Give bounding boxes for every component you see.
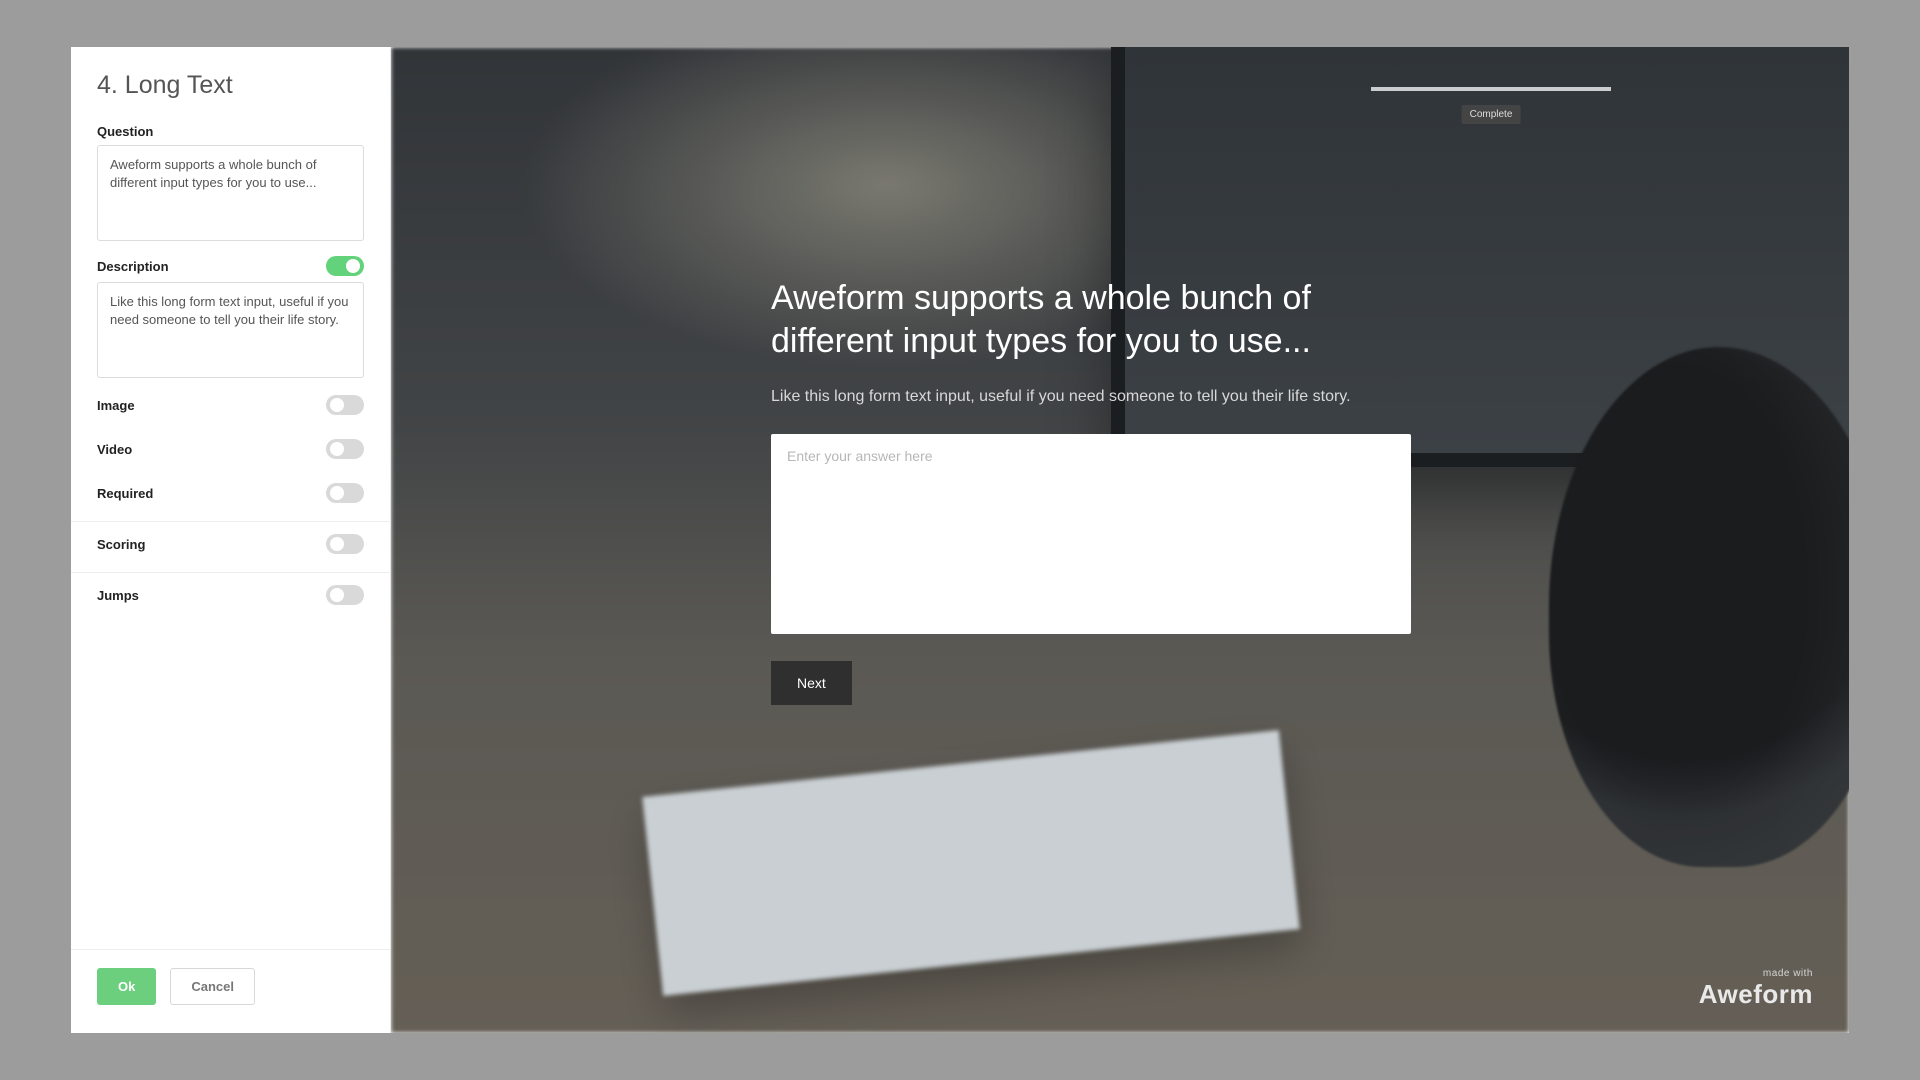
answer-input[interactable] [771,434,1411,634]
question-label: Question [97,114,364,145]
description-label-row: Description [97,246,364,282]
sidebar-footer: Ok Cancel [71,949,390,1033]
cancel-button[interactable]: Cancel [170,968,255,1005]
video-label: Video [97,442,132,457]
scoring-row: Scoring [71,522,390,566]
required-toggle[interactable] [326,483,364,503]
video-toggle[interactable] [326,439,364,459]
scoring-toggle[interactable] [326,534,364,554]
bg-progress-bar [1371,87,1611,91]
description-section: Description [71,246,390,383]
ok-button[interactable]: Ok [97,968,156,1005]
app-frame: 4. Long Text Question Description Image [71,47,1849,1033]
jumps-label: Jumps [97,588,139,603]
preview-question-description: Like this long form text input, useful i… [771,388,1411,406]
image-label: Image [97,398,135,413]
panel-title: 4. Long Text [71,47,390,114]
required-row: Required [71,471,390,515]
description-toggle[interactable] [326,256,364,276]
brand-badge: made with Aweform [1699,969,1813,1007]
brand-logo-text: Aweform [1699,979,1813,1009]
question-input[interactable] [97,145,364,241]
video-row: Video [71,427,390,471]
description-label-text: Description [97,259,169,274]
form-preview: Complete Aweform supports a whole bunch … [391,47,1849,1033]
next-button[interactable]: Next [771,661,852,705]
editor-sidebar: 4. Long Text Question Description Image [71,47,391,1033]
editor-sidebar-content: 4. Long Text Question Description Image [71,47,390,949]
scoring-label: Scoring [97,537,145,552]
required-label: Required [97,486,153,501]
question-preview: Aweform supports a whole bunch of differ… [771,277,1411,705]
bg-progress-chip: Complete [1462,105,1521,124]
preview-question-title: Aweform supports a whole bunch of differ… [771,277,1411,362]
jumps-row: Jumps [71,573,390,617]
image-toggle[interactable] [326,395,364,415]
brand-made-with: made with [1699,969,1813,979]
image-row: Image [71,383,390,427]
question-section: Question [71,114,390,246]
question-label-text: Question [97,124,153,139]
description-input[interactable] [97,282,364,378]
jumps-toggle[interactable] [326,585,364,605]
